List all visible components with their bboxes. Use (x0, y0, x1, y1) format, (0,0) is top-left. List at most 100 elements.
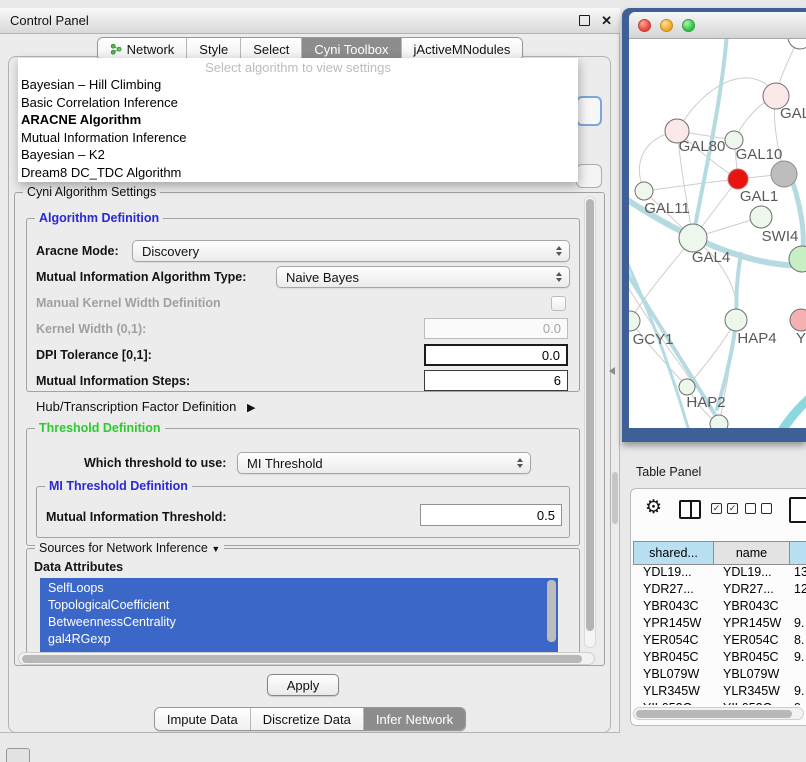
mi-steps-input[interactable]: 6 (424, 370, 568, 391)
apply-button[interactable]: Apply (267, 674, 339, 696)
mi-threshold-label: Mutual Information Threshold: (46, 510, 227, 524)
hide-columns-icon[interactable] (745, 503, 772, 514)
network-node[interactable] (728, 169, 748, 189)
settings-vertical-scrollbar-thumb[interactable] (586, 199, 594, 631)
table-row[interactable]: YBR043CYBR043C (633, 597, 806, 614)
splitpane-collapse-icon[interactable] (609, 367, 615, 375)
network-node[interactable] (771, 161, 797, 187)
algorithm-option-basic-correlation-inference[interactable]: Basic Correlation Inference (18, 94, 578, 112)
background-combo-fragment[interactable] (576, 164, 602, 188)
data-attribute-item[interactable]: BetweennessCentrality (40, 614, 558, 631)
tab-style[interactable]: Style (186, 38, 240, 60)
threshold-definition-title: Threshold Definition (35, 421, 165, 436)
network-view-window: GAL7GAL80GAL10GAL1GAL11SWI4GAL4GCY1HAP4Y… (622, 8, 806, 442)
list-scrollbar-thumb[interactable] (547, 580, 556, 642)
data-attribute-item[interactable]: SelfLoops (40, 580, 558, 597)
network-node[interactable] (725, 309, 747, 331)
algorithm-option-bayesian-hill-climbing[interactable]: Bayesian – Hill Climbing (18, 76, 578, 94)
sources-title-label: Sources for Network Inference (39, 541, 208, 555)
network-node[interactable] (710, 415, 728, 428)
tab-network[interactable]: Network (98, 38, 187, 60)
mi-threshold-input[interactable]: 0.5 (420, 504, 562, 526)
inference-algorithm-combo-fragment[interactable] (576, 96, 602, 126)
mi-type-select[interactable]: Naive Bayes (276, 266, 570, 288)
tab-impute-data[interactable]: Impute Data (155, 708, 250, 730)
split-columns-icon[interactable] (679, 500, 701, 519)
document-icon[interactable] (789, 497, 806, 523)
column-header-name[interactable]: name (714, 542, 790, 564)
table-cell: 9. (789, 684, 806, 698)
node-label-gal80: GAL80 (679, 138, 726, 155)
data-attributes-label: Data Attributes (34, 560, 123, 574)
tab-discretize-data[interactable]: Discretize Data (250, 708, 363, 730)
hub-definition-toggle[interactable]: Hub/Transcription Factor Definition ▶ (36, 399, 255, 414)
table-cell: 9. (789, 650, 806, 664)
algorithm-option-dream8-dc-tdc-algorithm[interactable]: Dream8 DC_TDC Algorithm (18, 164, 578, 182)
tab-jactivemnodules[interactable]: jActiveMNodules (401, 38, 523, 60)
kernel-width-label: Kernel Width (0,1): (36, 322, 146, 336)
node-label-gal7: GAL7 (780, 105, 806, 122)
node-label-gal1: GAL1 (740, 188, 778, 205)
zoom-traffic-light-icon[interactable] (682, 19, 695, 32)
table-horizontal-scrollbar[interactable] (633, 707, 804, 720)
network-node[interactable] (750, 206, 772, 228)
algorithm-dropdown-popup: Select algorithm to view settings Bayesi… (18, 58, 578, 182)
node-label-gal4: GAL4 (692, 249, 730, 266)
aracne-mode-select[interactable]: Discovery (132, 240, 570, 262)
settings-gear-icon[interactable]: ⚙ (645, 498, 662, 517)
partial-button[interactable] (6, 748, 30, 762)
table-row[interactable]: YIL052CYIL052C9 (633, 699, 806, 705)
table-cell: YDL19... (633, 565, 713, 579)
table-cell: YDL19... (713, 565, 789, 579)
column-header-shared[interactable]: shared... (634, 542, 714, 564)
table-row[interactable]: YPR145WYPR145W9. (633, 614, 806, 631)
stepper-icon (556, 246, 562, 256)
float-window-icon[interactable] (579, 15, 590, 26)
algorithm-option-mutual-information-inference[interactable]: Mutual Information Inference (18, 129, 578, 147)
settings-horizontal-scrollbar[interactable] (18, 652, 595, 665)
algorithm-option-bayesian-k2[interactable]: Bayesian – K2 (18, 146, 578, 164)
network-node[interactable] (790, 309, 806, 331)
tab-label: Network (127, 42, 175, 57)
tab-select[interactable]: Select (240, 38, 301, 60)
table-row[interactable]: YBR045CYBR045C9. (633, 648, 806, 665)
data-attribute-item[interactable]: TopologicalCoefficient (40, 597, 558, 614)
settings-vertical-scrollbar[interactable] (584, 196, 596, 648)
sources-title[interactable]: Sources for Network Inference ▼ (35, 541, 224, 557)
network-node[interactable] (788, 39, 806, 49)
table-cell: YDR27... (713, 582, 789, 596)
table-cell: 12 (789, 582, 806, 596)
aracne-mode-value: Discovery (142, 244, 199, 259)
table-row[interactable]: YDR27...YDR27...12 (633, 580, 806, 597)
network-canvas[interactable]: GAL7GAL80GAL10GAL1GAL11SWI4GAL4GCY1HAP4Y… (629, 39, 806, 428)
close-traffic-light-icon[interactable] (638, 19, 651, 32)
minimize-traffic-light-icon[interactable] (660, 19, 673, 32)
table-cell: YPR145W (713, 616, 789, 630)
which-threshold-select[interactable]: MI Threshold (237, 452, 531, 474)
table-cell: YBR043C (633, 599, 713, 613)
kernel-width-input[interactable]: 0.0 (424, 318, 568, 339)
close-icon[interactable]: ✕ (601, 14, 612, 27)
network-node[interactable] (629, 311, 640, 331)
table-row[interactable]: YBL079WYBL079W (633, 665, 806, 682)
data-attribute-item[interactable]: gal4RGexp (40, 631, 558, 648)
column-header-col2[interactable] (790, 542, 806, 564)
dpi-tolerance-input[interactable]: 0.0 (424, 344, 568, 366)
table-row[interactable]: YDL19...YDL19...13 (633, 563, 806, 580)
table-horizontal-scrollbar-thumb[interactable] (636, 710, 792, 718)
tab-infer-network[interactable]: Infer Network (363, 708, 465, 730)
network-node[interactable] (679, 224, 707, 252)
dpi-tolerance-label: DPI Tolerance [0,1]: (36, 348, 152, 362)
side-scrollbar-thumb[interactable] (612, 472, 618, 524)
table-row[interactable]: YER054CYER054C8. (633, 631, 806, 648)
algorithm-option-aracne-algorithm[interactable]: ARACNE Algorithm (18, 111, 578, 129)
show-columns-icon[interactable]: ✓ ✓ (711, 503, 738, 514)
settings-horizontal-scrollbar-thumb[interactable] (22, 655, 582, 663)
table-cell: YBR045C (633, 650, 713, 664)
data-attributes-list[interactable]: SelfLoopsTopologicalCoefficientBetweenne… (40, 578, 558, 652)
network-node[interactable] (635, 182, 653, 200)
table-row[interactable]: YLR345WYLR345W9. (633, 682, 806, 699)
manual-kernel-checkbox[interactable] (551, 296, 566, 311)
tab-cyni-toolbox[interactable]: Cyni Toolbox (301, 38, 400, 60)
network-node[interactable] (679, 379, 695, 395)
